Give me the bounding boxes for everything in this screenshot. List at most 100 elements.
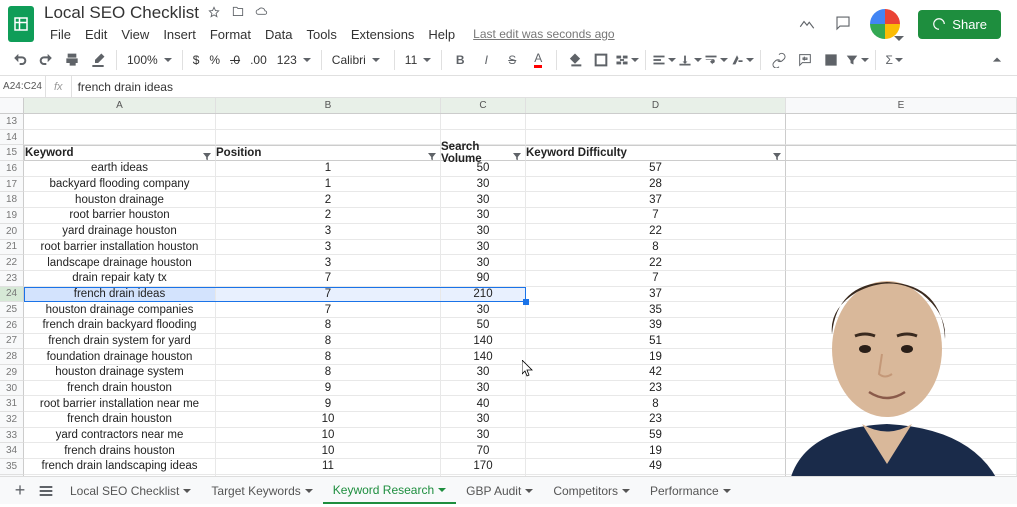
borders-button[interactable] [589, 48, 613, 72]
menu-insert[interactable]: Insert [157, 24, 202, 45]
row-header[interactable]: 30 [0, 381, 24, 397]
cell[interactable] [216, 130, 441, 146]
number-format-select[interactable]: 123 [273, 53, 315, 67]
add-sheet-button[interactable]: + [8, 479, 32, 503]
cell[interactable]: 10 [216, 443, 441, 459]
sheet-tab[interactable]: Target Keywords [201, 478, 322, 504]
cell[interactable]: 70 [441, 443, 526, 459]
link-button[interactable] [767, 48, 791, 72]
name-box[interactable]: A24:C24 [0, 76, 46, 98]
cell[interactable]: 28 [526, 177, 786, 193]
chevron-down-icon[interactable] [305, 489, 313, 493]
print-button[interactable] [60, 48, 84, 72]
table-header-cell[interactable]: Keyword [24, 145, 216, 161]
row-header[interactable]: 15 [0, 145, 24, 161]
cell[interactable]: 30 [441, 381, 526, 397]
cell[interactable] [786, 192, 1017, 208]
star-icon[interactable] [207, 5, 221, 22]
cell[interactable]: 40 [441, 396, 526, 412]
row-header[interactable]: 34 [0, 443, 24, 459]
cell[interactable]: french drain houston [24, 412, 216, 428]
cell[interactable]: 1 [216, 177, 441, 193]
menu-help[interactable]: Help [422, 24, 461, 45]
menu-extensions[interactable]: Extensions [345, 24, 421, 45]
cell[interactable]: french drain backyard flooding [24, 318, 216, 334]
menu-data[interactable]: Data [259, 24, 298, 45]
cell[interactable]: 8 [216, 318, 441, 334]
cell[interactable]: 37 [526, 192, 786, 208]
cell[interactable]: yard contractors near me [24, 428, 216, 444]
table-header-cell[interactable] [786, 145, 1017, 161]
row-header[interactable]: 25 [0, 302, 24, 318]
cell[interactable]: 30 [441, 302, 526, 318]
cell[interactable]: 30 [441, 208, 526, 224]
bold-button[interactable]: B [448, 48, 472, 72]
cell[interactable] [786, 177, 1017, 193]
last-edit-link[interactable]: Last edit was seconds ago [473, 24, 614, 45]
currency-button[interactable]: $ [189, 53, 204, 67]
sheet-tab[interactable]: Keyword Research [323, 478, 456, 504]
sheet-tab[interactable]: Local SEO Checklist [60, 478, 201, 504]
document-title[interactable]: Local SEO Checklist [44, 3, 199, 23]
paint-format-button[interactable] [86, 48, 110, 72]
menu-tools[interactable]: Tools [300, 24, 342, 45]
cell[interactable]: 140 [441, 334, 526, 350]
column-header-e[interactable]: E [786, 98, 1017, 113]
add-comment-button[interactable] [793, 48, 817, 72]
cell[interactable]: 8 [216, 334, 441, 350]
h-align-button[interactable] [652, 48, 676, 72]
formula-bar[interactable]: french drain ideas [72, 80, 1017, 94]
redo-button[interactable] [34, 48, 58, 72]
cell[interactable]: french drain houston [24, 381, 216, 397]
cell[interactable] [526, 130, 786, 146]
select-all-corner[interactable] [0, 98, 24, 113]
increase-decimals-button[interactable]: .00 [246, 53, 271, 67]
cell[interactable] [24, 130, 216, 146]
percent-button[interactable]: % [205, 53, 224, 67]
menu-file[interactable]: File [44, 24, 77, 45]
row-header[interactable]: 33 [0, 428, 24, 444]
row-header[interactable]: 18 [0, 192, 24, 208]
cell[interactable]: 7 [216, 271, 441, 287]
cell[interactable]: 7 [216, 302, 441, 318]
cell[interactable]: 30 [441, 224, 526, 240]
cell[interactable]: foundation drainage houston [24, 349, 216, 365]
chevron-down-icon[interactable] [622, 489, 630, 493]
cell[interactable] [786, 114, 1017, 130]
row-header[interactable]: 13 [0, 114, 24, 130]
cell[interactable]: 11 [216, 459, 441, 475]
filter-button[interactable] [845, 48, 869, 72]
row-header[interactable]: 35 [0, 459, 24, 475]
cell[interactable]: 10 [216, 428, 441, 444]
cell[interactable]: yard drainage houston [24, 224, 216, 240]
cell[interactable] [24, 114, 216, 130]
chevron-down-icon[interactable] [723, 489, 731, 493]
cell[interactable]: landscape drainage houston [24, 255, 216, 271]
cell[interactable]: 8 [216, 365, 441, 381]
cell[interactable]: earth ideas [24, 161, 216, 177]
cell[interactable]: 30 [441, 255, 526, 271]
chevron-down-icon[interactable] [183, 489, 191, 493]
table-header-cell[interactable]: Search Volume [441, 145, 526, 161]
cell[interactable]: 3 [216, 255, 441, 271]
share-button[interactable]: Share [918, 10, 1001, 39]
cell[interactable]: drain repair katy tx [24, 271, 216, 287]
cell[interactable]: 3 [216, 240, 441, 256]
functions-button[interactable]: Σ [882, 48, 906, 72]
row-header[interactable]: 23 [0, 271, 24, 287]
row-header[interactable]: 29 [0, 365, 24, 381]
row-header[interactable]: 22 [0, 255, 24, 271]
cell[interactable]: root barrier installation houston [24, 240, 216, 256]
cell[interactable]: 9 [216, 396, 441, 412]
cell[interactable]: french drain landscaping ideas [24, 459, 216, 475]
meet-icon[interactable] [870, 9, 900, 39]
fill-color-button[interactable] [563, 48, 587, 72]
row-header[interactable]: 17 [0, 177, 24, 193]
cell[interactable]: 30 [441, 428, 526, 444]
cell[interactable]: 30 [441, 240, 526, 256]
row-header[interactable]: 14 [0, 130, 24, 146]
cell[interactable]: 10 [216, 412, 441, 428]
column-header-d[interactable]: D [526, 98, 786, 113]
cell[interactable]: 30 [441, 177, 526, 193]
cell[interactable] [216, 114, 441, 130]
